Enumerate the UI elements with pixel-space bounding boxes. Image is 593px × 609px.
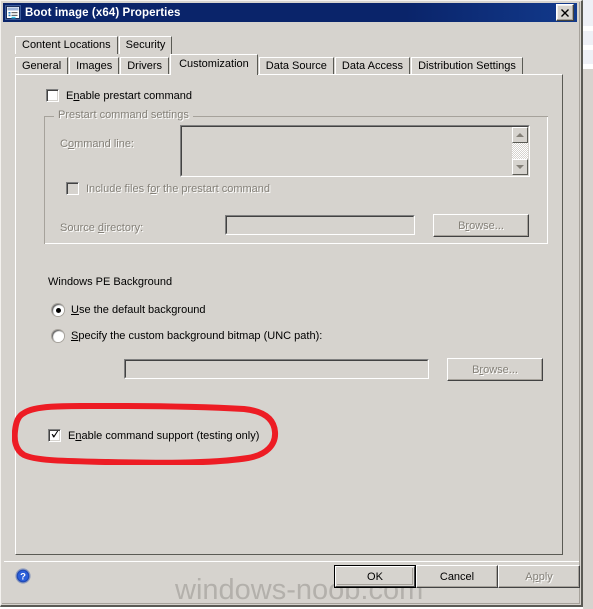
tab-drivers[interactable]: Drivers <box>120 57 170 75</box>
cancel-button-label: Cancel <box>439 570 475 583</box>
radio-box <box>52 330 64 342</box>
scrollbar-track[interactable] <box>512 143 528 159</box>
close-button[interactable] <box>556 4 574 21</box>
radio-dot <box>55 307 61 313</box>
tab-data-access[interactable]: Data Access <box>334 57 411 75</box>
close-icon <box>561 8 569 17</box>
tab-images[interactable]: Images <box>69 57 120 75</box>
tab-label: Drivers <box>127 60 163 72</box>
enable-command-support-checkbox[interactable]: Enable command support (testing only) <box>48 429 259 442</box>
source-directory-input-inner <box>226 216 414 234</box>
tab-label: Images <box>76 60 113 72</box>
checkbox-box <box>46 89 59 102</box>
tab-row-upper: Content Locations Security <box>15 35 173 54</box>
command-line-scrollbar[interactable] <box>512 127 528 175</box>
scrollbar-down-button[interactable] <box>512 159 528 175</box>
chevron-up-icon <box>516 133 524 137</box>
properties-dialog: Boot image (x64) Properties Content Loca… <box>0 0 583 607</box>
command-line-label: Command line: <box>60 138 134 150</box>
help-question-icon: ? <box>15 568 31 584</box>
tab-label: Content Locations <box>22 39 111 51</box>
checkbox-box <box>66 182 79 195</box>
tab-label: General <box>22 60 62 72</box>
tab-row-lower: General Images Drivers Customization Dat… <box>15 54 524 75</box>
footer-separator <box>4 561 579 564</box>
tab-data-source[interactable]: Data Source <box>258 57 334 75</box>
ok-button-label: OK <box>367 570 383 583</box>
background-strip-3 <box>583 50 593 64</box>
apply-button[interactable]: Apply <box>498 565 580 588</box>
radio-specify-custom-bitmap-label: Specify the custom background bitmap (UN… <box>71 330 323 342</box>
tab-label: Data Access <box>341 60 404 72</box>
command-line-input-inner <box>181 126 529 176</box>
background-browse-label: Browse... <box>472 363 518 376</box>
ok-button[interactable]: OK <box>334 565 416 588</box>
chevron-down-icon <box>516 165 524 169</box>
prestart-browse-button[interactable]: Browse... <box>433 214 529 237</box>
tab-customization[interactable]: Customization <box>170 54 258 75</box>
apply-button-label: Apply <box>525 570 553 583</box>
customization-tab-panel: Enable prestart command Prestart command… <box>15 74 563 555</box>
radio-use-default-background[interactable]: Use the default background <box>52 304 206 316</box>
tab-distribution-settings[interactable]: Distribution Settings <box>411 57 523 75</box>
radio-box <box>52 304 64 316</box>
svg-text:?: ? <box>20 572 26 583</box>
checkbox-box <box>48 429 61 442</box>
window-title: Boot image (x64) Properties <box>25 6 181 19</box>
command-line-input[interactable] <box>180 125 530 177</box>
winpe-background-heading: Windows PE Background <box>48 276 173 288</box>
background-strip-2 <box>583 31 593 45</box>
tab-general[interactable]: General <box>15 57 69 75</box>
enable-prestart-command-label: Enable prestart command <box>66 89 192 102</box>
tab-label: Security <box>125 39 166 51</box>
background-strip-4 <box>583 69 593 609</box>
enable-command-support-label: Enable command support (testing only) <box>68 429 260 442</box>
background-strip-1 <box>583 0 593 26</box>
desktop-background: Boot image (x64) Properties Content Loca… <box>0 0 593 609</box>
checkmark-icon <box>51 430 59 438</box>
cancel-button[interactable]: Cancel <box>416 565 498 588</box>
custom-background-path-input[interactable] <box>124 359 429 379</box>
help-button[interactable]: ? <box>15 568 31 584</box>
tab-label: Customization <box>179 58 249 70</box>
enable-prestart-command-checkbox[interactable]: Enable prestart command <box>46 89 192 102</box>
include-files-checkbox[interactable]: Include files for the prestart command <box>66 182 270 195</box>
custom-background-path-inner <box>125 360 428 378</box>
include-files-label: Include files for the prestart command <box>86 182 271 195</box>
tab-content-locations[interactable]: Content Locations <box>15 36 118 54</box>
scrollbar-up-button[interactable] <box>512 127 528 143</box>
source-directory-input[interactable] <box>225 215 415 235</box>
properties-window-icon <box>5 5 21 20</box>
background-browse-button[interactable]: Browse... <box>447 358 543 381</box>
tab-label: Data Source <box>265 60 327 72</box>
tab-label: Distribution Settings <box>418 60 516 72</box>
prestart-command-settings-title: Prestart command settings <box>54 109 193 121</box>
source-directory-label: Source directory: <box>60 222 144 234</box>
radio-use-default-background-label: Use the default background <box>71 304 206 316</box>
tab-security[interactable]: Security <box>118 36 173 54</box>
title-bar: Boot image (x64) Properties <box>3 3 577 22</box>
radio-specify-custom-bitmap[interactable]: Specify the custom background bitmap (UN… <box>52 330 322 342</box>
prestart-browse-label: Browse... <box>458 219 504 232</box>
